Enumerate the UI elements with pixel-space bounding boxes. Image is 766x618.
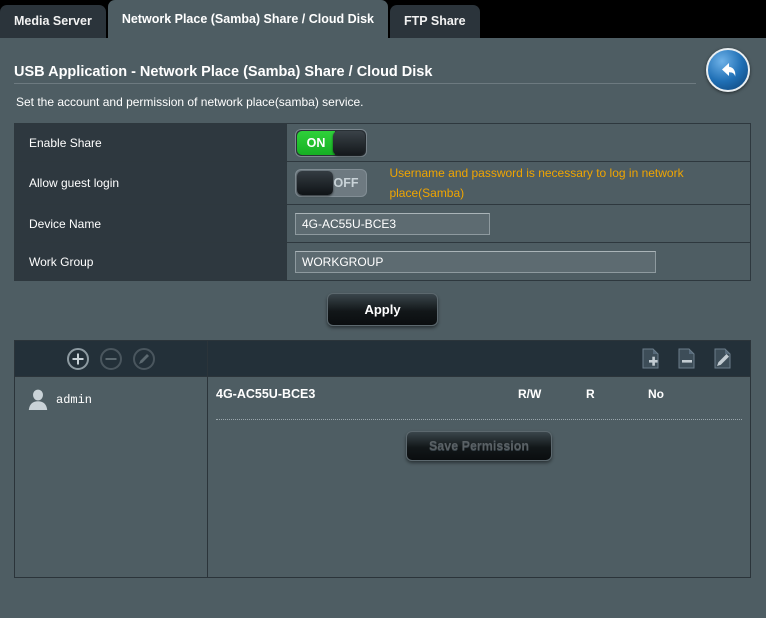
user-avatar-icon [28, 389, 48, 410]
permissions-body: admin 4G-AC55U-BCE3 R/W R No Save Permis… [15, 377, 750, 577]
permission-r[interactable]: R [586, 387, 595, 401]
settings-table: Enable Share ON Allow guest login OFF Us… [14, 123, 751, 281]
table-row: 4G-AC55U-BCE3 R/W R No [208, 387, 750, 413]
label-allow-guest-login: Allow guest login [14, 161, 287, 205]
cell-allow-guest-login: OFF Username and password is necessary t… [286, 161, 751, 205]
user-toolbar [15, 341, 208, 376]
device-name-input[interactable] [295, 212, 490, 235]
label-device-name: Device Name [14, 204, 287, 243]
share-toolbar [208, 347, 750, 371]
permission-rw[interactable]: R/W [518, 387, 541, 401]
save-permission-button[interactable]: Save Permission [405, 431, 553, 461]
enable-share-toggle[interactable]: ON [295, 128, 367, 157]
permissions-panel: admin 4G-AC55U-BCE3 R/W R No Save Permis… [14, 340, 751, 578]
share-name-label: 4G-AC55U-BCE3 [216, 387, 316, 401]
cell-work-group [286, 242, 751, 281]
apply-button[interactable]: Apply [327, 293, 438, 326]
minus-glyph [105, 357, 117, 360]
tab-network-place-samba-share[interactable]: Network Place (Samba) Share / Cloud Disk [107, 0, 388, 38]
row-work-group: Work Group [14, 242, 751, 281]
label-work-group: Work Group [14, 242, 287, 281]
edit-user-icon[interactable] [133, 347, 155, 370]
apply-button-row: Apply [14, 281, 751, 340]
row-enable-share: Enable Share ON [14, 123, 751, 162]
save-permission-row: Save Permission [208, 420, 750, 461]
enable-share-toggle-on-label: ON [297, 130, 335, 155]
user-list: admin [15, 377, 208, 577]
page-content: USB Application - Network Place (Samba) … [0, 38, 766, 618]
permission-no[interactable]: No [648, 387, 664, 401]
allow-guest-login-toggle[interactable]: OFF [295, 169, 367, 197]
remove-user-icon[interactable] [100, 347, 122, 370]
cell-enable-share: ON [286, 123, 751, 162]
title-divider [14, 83, 696, 84]
add-user-icon[interactable] [67, 347, 89, 370]
allow-guest-login-toggle-off-label: OFF [333, 176, 359, 190]
tab-bar: Media Server Network Place (Samba) Share… [0, 0, 766, 38]
page-title: USB Application - Network Place (Samba) … [14, 64, 433, 80]
row-device-name: Device Name [14, 204, 751, 243]
edit-folder-icon[interactable] [712, 347, 734, 371]
list-item[interactable]: admin [15, 384, 207, 416]
page-header: USB Application - Network Place (Samba) … [14, 38, 752, 92]
user-name-label: admin [56, 393, 93, 407]
work-group-input[interactable] [295, 250, 656, 273]
add-folder-icon[interactable] [640, 347, 662, 371]
share-list: 4G-AC55U-BCE3 R/W R No Save Permission [208, 377, 750, 577]
plus-glyph [72, 353, 84, 364]
page-subtitle: Set the account and permission of networ… [16, 95, 364, 109]
back-arrow-glyph [722, 63, 736, 77]
pencil-glyph [139, 353, 149, 364]
permissions-toolbar [15, 341, 750, 377]
guest-login-hint: Username and password is necessary to lo… [389, 166, 684, 200]
tab-media-server[interactable]: Media Server [0, 5, 106, 38]
cell-device-name [286, 204, 751, 243]
tab-ftp-share[interactable]: FTP Share [390, 5, 480, 38]
enable-share-toggle-knob [333, 130, 365, 155]
label-enable-share: Enable Share [14, 123, 287, 162]
remove-folder-icon[interactable] [676, 347, 698, 371]
row-allow-guest-login: Allow guest login OFF Username and passw… [14, 161, 751, 205]
back-arrow-icon[interactable] [706, 48, 750, 92]
